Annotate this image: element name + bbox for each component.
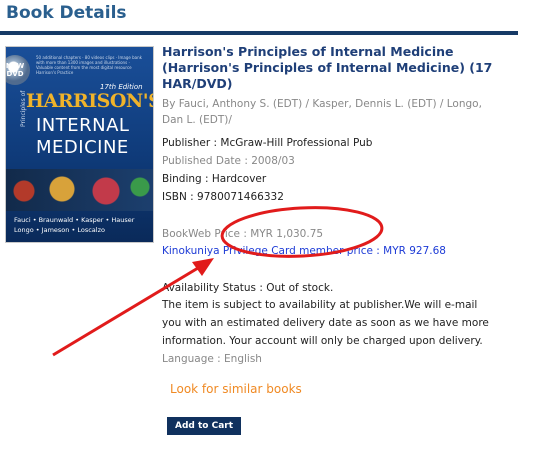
book-title: Harrison's Principles of Internal Medici… xyxy=(162,44,493,91)
similar-books-link[interactable]: Look for similar books xyxy=(170,382,302,396)
add-to-cart-button[interactable]: Add to Cart xyxy=(167,417,241,435)
cover-vertical-text: Principles of xyxy=(20,90,27,127)
book-published-date: Published Date : 2008/03 xyxy=(162,155,295,167)
cover-title-line2: INTERNAL xyxy=(36,115,130,136)
bookweb-price: BookWeb Price : MYR 1,030.75 xyxy=(162,228,324,240)
cover-fine-print: 50 additional chapters · 80 videos clips… xyxy=(36,55,142,75)
cover-authors-row1: Fauci • Braunwald • Kasper • Hauser xyxy=(14,216,135,224)
book-cover-image: NEW DVD 50 additional chapters · 80 vide… xyxy=(5,46,154,243)
header-divider xyxy=(0,31,518,35)
book-authors: By Fauci, Anthony S. (EDT) / Kasper, Den… xyxy=(162,98,482,126)
availability-note-line1: The item is subject to availability at p… xyxy=(162,299,478,311)
book-binding: Binding : Hardcover xyxy=(162,173,267,185)
availability-status: Availability Status : Out of stock. xyxy=(162,282,334,294)
cover-medical-images xyxy=(6,169,153,211)
page-title: Book Details xyxy=(6,3,127,23)
dvd-badge-icon: NEW DVD xyxy=(6,55,30,85)
cover-authors-row2: Longo • Jameson • Loscalzo xyxy=(14,226,105,234)
book-publisher: Publisher : McGraw-Hill Professional Pub xyxy=(162,137,373,149)
cover-authors: Fauci • Braunwald • Kasper • Hauser Long… xyxy=(14,215,152,235)
book-isbn: ISBN : 9780071466332 xyxy=(162,191,284,203)
cover-title-line3: MEDICINE xyxy=(36,137,129,158)
availability-note-line2: you with an estimated delivery date as s… xyxy=(162,317,489,329)
annotation-arrow-head xyxy=(192,258,214,276)
book-language: Language : English xyxy=(162,353,262,365)
availability-note-line3: information. Your account will only be c… xyxy=(162,335,483,347)
cover-title-line1: HARRISON'S xyxy=(26,90,154,112)
member-price: Kinokuniya Privilege Card member price :… xyxy=(162,245,446,257)
